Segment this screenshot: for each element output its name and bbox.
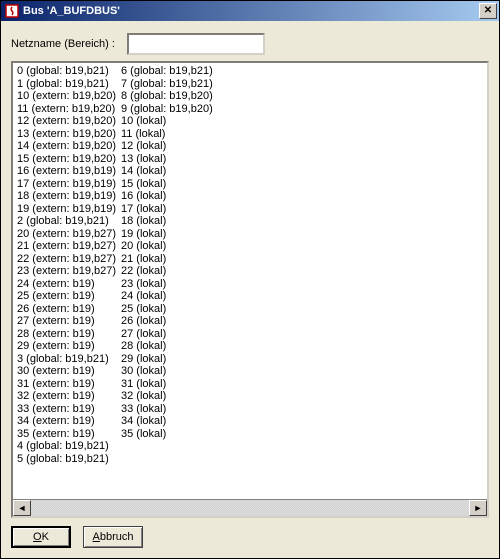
list-item[interactable]: 16 (extern: b19,b19) — [17, 165, 119, 178]
list-item[interactable]: 23 (extern: b19,b27) — [17, 265, 119, 278]
list-item[interactable]: 1 (global: b19,b21) — [17, 78, 119, 91]
list-item[interactable]: 11 (extern: b19,b20) — [17, 103, 119, 116]
app-icon — [5, 4, 19, 18]
list-item[interactable]: 20 (extern: b19,b27) — [17, 228, 119, 241]
dialog-buttons: OK Abbruch — [11, 524, 489, 548]
cancel-mnemonic: A — [93, 531, 100, 543]
cancel-rest: bbruch — [100, 531, 134, 543]
list-item[interactable]: 17 (extern: b19,b19) — [17, 178, 119, 191]
list-item[interactable]: 33 (lokal) — [121, 403, 229, 416]
scroll-left-button[interactable]: ◄ — [13, 500, 31, 516]
list-item[interactable]: 12 (lokal) — [121, 140, 229, 153]
list-item[interactable]: 27 (lokal) — [121, 328, 229, 341]
list-item[interactable]: 10 (extern: b19,b20) — [17, 90, 119, 103]
titlebar: Bus 'A_BUFDBUS' ✕ — [1, 1, 499, 21]
list-item[interactable]: 17 (lokal) — [121, 203, 229, 216]
list-item[interactable]: 18 (lokal) — [121, 215, 229, 228]
list-item[interactable]: 20 (lokal) — [121, 240, 229, 253]
arrow-left-icon: ◄ — [18, 503, 27, 513]
list-item[interactable]: 5 (global: b19,b21) — [17, 453, 119, 466]
list-item[interactable]: 9 (global: b19,b20) — [121, 103, 229, 116]
netname-input[interactable] — [127, 33, 265, 55]
list-item[interactable]: 28 (extern: b19) — [17, 328, 119, 341]
dialog-window: Bus 'A_BUFDBUS' ✕ Netzname (Bereich) : 0… — [0, 0, 500, 559]
list-item[interactable]: 7 (global: b19,b21) — [121, 78, 229, 91]
list-item[interactable]: 19 (extern: b19,b19) — [17, 203, 119, 216]
list-item[interactable]: 26 (lokal) — [121, 315, 229, 328]
scroll-track[interactable] — [31, 500, 469, 516]
arrow-right-icon: ► — [474, 503, 483, 513]
list-item[interactable]: 21 (extern: b19,b27) — [17, 240, 119, 253]
list-item[interactable]: 24 (extern: b19) — [17, 278, 119, 291]
list-item[interactable]: 13 (extern: b19,b20) — [17, 128, 119, 141]
list-item[interactable]: 14 (extern: b19,b20) — [17, 140, 119, 153]
window-title: Bus 'A_BUFDBUS' — [23, 5, 479, 17]
list-item[interactable]: 15 (extern: b19,b20) — [17, 153, 119, 166]
signal-column-2: 6 (global: b19,b21)7 (global: b19,b21)8 … — [121, 65, 229, 465]
list-item[interactable]: 14 (lokal) — [121, 165, 229, 178]
horizontal-scrollbar[interactable]: ◄ ► — [13, 499, 487, 516]
list-item[interactable]: 22 (extern: b19,b27) — [17, 253, 119, 266]
list-item[interactable]: 25 (extern: b19) — [17, 290, 119, 303]
netname-row: Netzname (Bereich) : — [11, 29, 489, 55]
list-item[interactable]: 34 (extern: b19) — [17, 415, 119, 428]
list-item[interactable]: 32 (extern: b19) — [17, 390, 119, 403]
list-item[interactable]: 6 (global: b19,b21) — [121, 65, 229, 78]
list-item[interactable]: 25 (lokal) — [121, 303, 229, 316]
list-item[interactable]: 30 (extern: b19) — [17, 365, 119, 378]
list-item[interactable]: 31 (lokal) — [121, 378, 229, 391]
list-item[interactable]: 21 (lokal) — [121, 253, 229, 266]
signal-list-body[interactable]: 0 (global: b19,b21)1 (global: b19,b21)10… — [13, 63, 487, 499]
scroll-right-button[interactable]: ► — [469, 500, 487, 516]
list-item[interactable]: 4 (global: b19,b21) — [17, 440, 119, 453]
list-item[interactable]: 31 (extern: b19) — [17, 378, 119, 391]
list-item[interactable]: 35 (lokal) — [121, 428, 229, 441]
list-item[interactable]: 33 (extern: b19) — [17, 403, 119, 416]
list-item[interactable]: 27 (extern: b19) — [17, 315, 119, 328]
list-item[interactable]: 30 (lokal) — [121, 365, 229, 378]
list-item[interactable]: 35 (extern: b19) — [17, 428, 119, 441]
list-item[interactable]: 8 (global: b19,b20) — [121, 90, 229, 103]
list-item[interactable]: 13 (lokal) — [121, 153, 229, 166]
netname-label: Netzname (Bereich) : — [11, 38, 115, 50]
list-item[interactable]: 34 (lokal) — [121, 415, 229, 428]
list-item[interactable]: 16 (lokal) — [121, 190, 229, 203]
ok-mnemonic: O — [33, 531, 42, 543]
list-item[interactable]: 12 (extern: b19,b20) — [17, 115, 119, 128]
list-item[interactable]: 26 (extern: b19) — [17, 303, 119, 316]
cancel-button[interactable]: Abbruch — [83, 526, 143, 548]
list-item[interactable]: 28 (lokal) — [121, 340, 229, 353]
list-item[interactable]: 2 (global: b19,b21) — [17, 215, 119, 228]
ok-button[interactable]: OK — [11, 526, 71, 548]
list-item[interactable]: 18 (extern: b19,b19) — [17, 190, 119, 203]
close-icon: ✕ — [484, 6, 492, 16]
list-item[interactable]: 0 (global: b19,b21) — [17, 65, 119, 78]
signal-list: 0 (global: b19,b21)1 (global: b19,b21)10… — [11, 61, 489, 518]
list-item[interactable]: 3 (global: b19,b21) — [17, 353, 119, 366]
list-item[interactable]: 19 (lokal) — [121, 228, 229, 241]
list-item[interactable]: 15 (lokal) — [121, 178, 229, 191]
list-item[interactable]: 11 (lokal) — [121, 128, 229, 141]
list-item[interactable]: 24 (lokal) — [121, 290, 229, 303]
signal-column-1: 0 (global: b19,b21)1 (global: b19,b21)10… — [17, 65, 119, 465]
list-item[interactable]: 29 (lokal) — [121, 353, 229, 366]
list-item[interactable]: 32 (lokal) — [121, 390, 229, 403]
list-item[interactable]: 23 (lokal) — [121, 278, 229, 291]
client-area: Netzname (Bereich) : 0 (global: b19,b21)… — [1, 21, 499, 558]
list-item[interactable]: 29 (extern: b19) — [17, 340, 119, 353]
ok-rest: K — [42, 531, 49, 543]
list-item[interactable]: 22 (lokal) — [121, 265, 229, 278]
close-button[interactable]: ✕ — [479, 3, 497, 19]
list-item[interactable]: 10 (lokal) — [121, 115, 229, 128]
